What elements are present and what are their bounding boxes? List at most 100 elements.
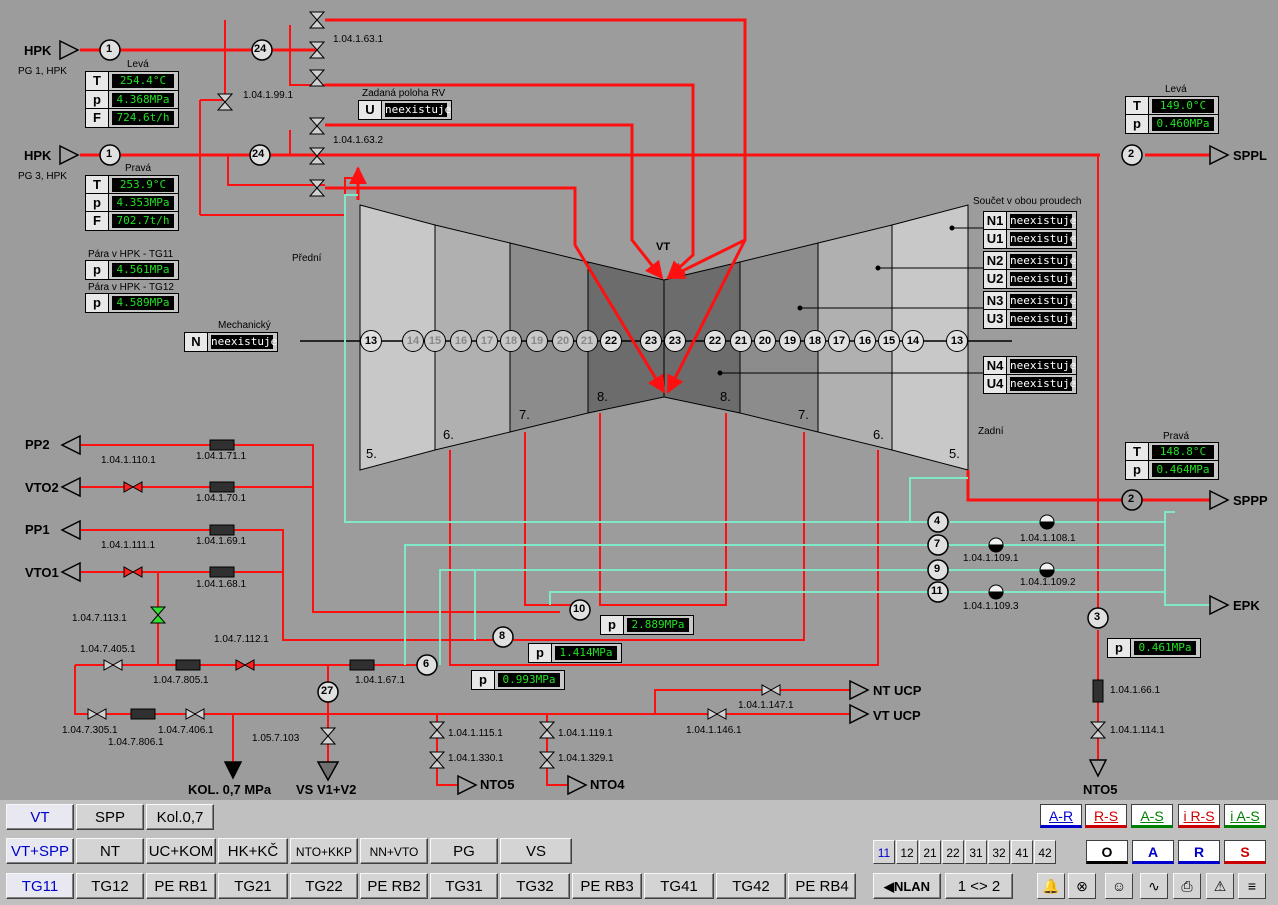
stage-right-6: 6.	[873, 427, 884, 442]
valve-166[interactable]: 1.04.1.66.1	[1110, 685, 1160, 696]
nav-button[interactable]: SPP	[76, 804, 144, 830]
nav-button[interactable]: VT+SPP	[6, 838, 74, 864]
mode-button[interactable]: R	[1178, 840, 1220, 864]
unit-button[interactable]: TG31	[430, 873, 498, 899]
valve-170[interactable]: 1.04.1.70.1	[196, 493, 246, 504]
nav-button[interactable]: UC+KOM	[146, 838, 216, 864]
warning-icon[interactable]: ⚠	[1206, 873, 1234, 899]
mode-button[interactable]: i R-S	[1178, 804, 1220, 828]
valve-1991[interactable]: 1.04.1.99.1	[243, 90, 293, 101]
unit-button[interactable]: TG42	[716, 873, 786, 899]
outlet-nt-ucp: NT UCP	[873, 683, 922, 698]
valve-1147[interactable]: 1.04.1.147.1	[738, 700, 794, 711]
valve-169[interactable]: 1.04.1.69.1	[196, 536, 246, 547]
unit-number-button[interactable]: 41	[1011, 840, 1033, 864]
nav-button[interactable]: HK+KČ	[218, 838, 288, 864]
valve-1109-3[interactable]: 1.04.1.109.3	[963, 601, 1019, 612]
valve-1632[interactable]: 1.04.1.63.2	[333, 135, 383, 146]
meter-right-top-t: T 149.0°C	[1125, 96, 1219, 116]
unit-number-button[interactable]: 42	[1034, 840, 1056, 864]
nav-button[interactable]: NT	[76, 838, 144, 864]
valve-1109-1[interactable]: 1.04.1.109.1	[963, 553, 1019, 564]
valve-7406[interactable]: 1.04.7.406.1	[158, 725, 214, 736]
unit-button[interactable]: PE RB2	[360, 873, 428, 899]
mode-button[interactable]: A-S	[1131, 804, 1173, 828]
unit-number-button[interactable]: 21	[919, 840, 941, 864]
valve-7112[interactable]: 1.04.7.112.1	[214, 634, 269, 645]
nav-button[interactable]: VT	[6, 804, 74, 830]
valve-7806[interactable]: 1.04.7.806.1	[108, 737, 164, 748]
stage-left-5: 5.	[366, 446, 377, 461]
valve-1119[interactable]: 1.04.1.119.1	[558, 728, 613, 739]
source-sub-bottom: PG 3, HPK	[18, 171, 67, 182]
valve-1110[interactable]: 1.04.1.110.1	[101, 455, 156, 466]
unit-button[interactable]: TG12	[76, 873, 144, 899]
valve-1114[interactable]: 1.04.1.114.1	[1110, 725, 1165, 736]
shaft-tap: 18	[804, 330, 826, 352]
nlan-button[interactable]: ◀NLAN	[873, 873, 941, 899]
mode-button[interactable]: R-S	[1085, 804, 1127, 828]
meter-left-top-p: p 4.368MPa	[85, 90, 179, 110]
valve-1146[interactable]: 1.04.1.146.1	[686, 725, 742, 736]
valve-1108[interactable]: 1.04.1.108.1	[1020, 533, 1076, 544]
nav-button[interactable]: VS	[500, 838, 572, 864]
mode-button[interactable]: O	[1086, 840, 1128, 864]
outlet-vt-ucp: VT UCP	[873, 708, 921, 723]
stage-left-8: 8.	[597, 389, 608, 404]
meter-left-bottom-t: T 253.9°C	[85, 175, 179, 195]
valve-1109-2[interactable]: 1.04.1.109.2	[1020, 577, 1076, 588]
print-icon[interactable]: ⎙	[1173, 873, 1201, 899]
unit-number-button[interactable]: 12	[896, 840, 918, 864]
valve-1111[interactable]: 1.04.1.111.1	[101, 540, 155, 551]
unit-number-button[interactable]: 11	[873, 840, 895, 864]
mode-button[interactable]: A	[1132, 840, 1174, 864]
valve-1631[interactable]: 1.04.1.63.1	[333, 34, 383, 45]
valve-1115[interactable]: 1.04.1.115.1	[448, 728, 503, 739]
valve-1329[interactable]: 1.04.1.329.1	[558, 753, 614, 764]
meter-10: p 2.889MPa	[600, 615, 694, 635]
unit-number-button[interactable]: 32	[988, 840, 1010, 864]
unit-button[interactable]: TG22	[290, 873, 358, 899]
outlet-pp2: PP2	[25, 437, 50, 452]
shaft-tap: 21	[576, 330, 598, 352]
dest-sppl: SPPL	[1233, 148, 1267, 163]
nav-button[interactable]: PG	[430, 838, 498, 864]
mode-button[interactable]: A-R	[1040, 804, 1082, 828]
log-icon[interactable]: ≡	[1238, 873, 1266, 899]
nav-button[interactable]: NTO+KKP	[290, 838, 358, 864]
valve-7805[interactable]: 1.04.7.805.1	[153, 675, 209, 686]
unit-number-button[interactable]: 31	[965, 840, 987, 864]
swap-button[interactable]: 1 <> 2	[945, 873, 1013, 899]
nav-button[interactable]: Kol.0,7	[146, 804, 214, 830]
unit-button[interactable]: PE RB1	[146, 873, 216, 899]
unit-button[interactable]: PE RB3	[572, 873, 642, 899]
valve-1330[interactable]: 1.04.1.330.1	[448, 753, 504, 764]
unit-button[interactable]: TG21	[218, 873, 288, 899]
meter-left-bottom-f: F 702.7t/h	[85, 211, 179, 231]
valve-7405[interactable]: 1.04.7.405.1	[80, 644, 136, 655]
valve-7113[interactable]: 1.04.7.113.1	[72, 613, 127, 624]
trend-icon[interactable]: ∿	[1140, 873, 1168, 899]
valve-5103[interactable]: 1.05.7.103	[252, 733, 299, 744]
shaft-tap: 15	[424, 330, 446, 352]
mode-button[interactable]: i A-S	[1224, 804, 1266, 828]
nav-button[interactable]: NN+VTO	[360, 838, 428, 864]
valve-7305[interactable]: 1.04.7.305.1	[62, 725, 118, 736]
unit-button[interactable]: TG41	[644, 873, 714, 899]
unit-button[interactable]: TG32	[500, 873, 570, 899]
valve-168[interactable]: 1.04.1.68.1	[196, 579, 246, 590]
face-icon[interactable]: ☺	[1105, 873, 1133, 899]
mode-button[interactable]: S	[1224, 840, 1266, 864]
unit-button[interactable]: TG11	[6, 873, 74, 899]
cancel-icon[interactable]: ⊗	[1068, 873, 1096, 899]
source-sub-top: PG 1, HPK	[18, 66, 67, 77]
meter-3: p 0.461MPa	[1107, 638, 1201, 658]
valve-171[interactable]: 1.04.1.71.1	[196, 451, 246, 462]
shaft-tap: 13	[946, 330, 968, 352]
alarm-bell-icon[interactable]: 🔔	[1037, 873, 1065, 899]
valve-167[interactable]: 1.04.1.67.1	[355, 675, 405, 686]
unit-button[interactable]: PE RB4	[788, 873, 856, 899]
unit-number-button[interactable]: 22	[942, 840, 964, 864]
stage-right-5: 5.	[949, 446, 960, 461]
right-top-label: Levá	[1165, 84, 1187, 95]
